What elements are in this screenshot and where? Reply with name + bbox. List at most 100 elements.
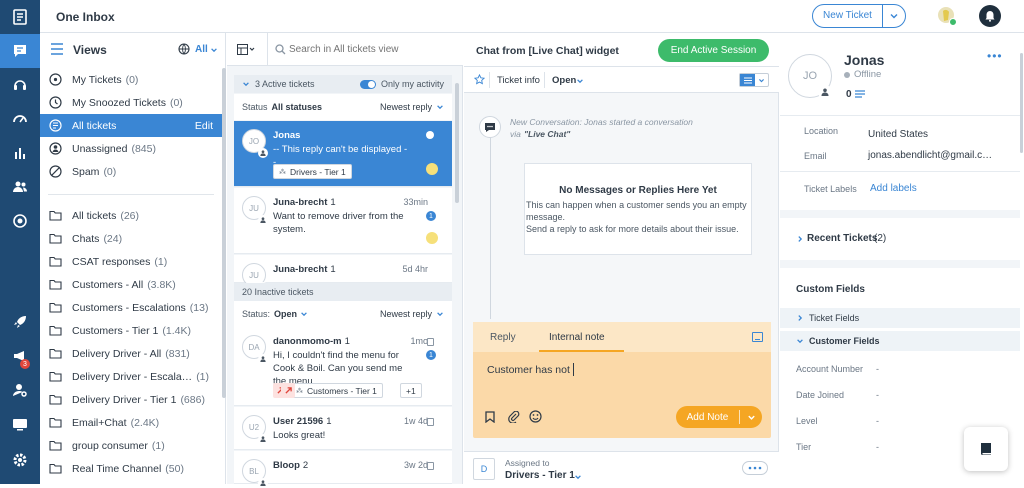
- view-item-label: My Tickets: [72, 73, 122, 86]
- folder-item[interactable]: Customers - All (3.8K): [40, 273, 223, 296]
- rocket-icon[interactable]: [0, 305, 40, 339]
- contact-scrollbar[interactable]: [1020, 53, 1023, 153]
- collapse-chevron-icon[interactable]: [242, 80, 250, 88]
- views-filter-dropdown[interactable]: All: [195, 44, 208, 55]
- chevron-down-icon[interactable]: [883, 11, 905, 21]
- view-item[interactable]: My Snoozed Tickets (0): [40, 91, 223, 114]
- customer-fields-section[interactable]: Customer Fields: [780, 331, 1020, 351]
- note-draft-text[interactable]: Customer has not: [487, 364, 570, 376]
- folder-icon: [48, 370, 62, 384]
- dashboard-icon[interactable]: [0, 102, 40, 136]
- agent-avatar[interactable]: [936, 5, 958, 27]
- assigned-group-dropdown[interactable]: Drivers - Tier 1: [505, 470, 575, 481]
- folder-item[interactable]: Delivery Driver - Escala… (1): [40, 365, 223, 388]
- folder-item[interactable]: Real Time Channel (50): [40, 457, 223, 480]
- tab-internal-note[interactable]: Internal note: [549, 332, 605, 343]
- status-filter-dropdown[interactable]: All statuses: [272, 102, 323, 112]
- end-session-button[interactable]: End Active Session: [658, 39, 769, 62]
- expand-icon[interactable]: [752, 332, 763, 342]
- target-icon[interactable]: [0, 204, 40, 238]
- inbox-icon[interactable]: [0, 34, 40, 68]
- knowledge-base-button[interactable]: [964, 427, 1008, 471]
- ticket-info-link[interactable]: Ticket info: [497, 75, 540, 86]
- notification-badge: 3: [20, 359, 30, 369]
- contact-panel: JO Jonas ••• Offline 0 Location United S…: [780, 33, 1024, 484]
- folder-item[interactable]: CSAT responses (1): [40, 250, 223, 273]
- more-tags-badge[interactable]: +1: [400, 383, 422, 398]
- views-menu-icon[interactable]: [50, 43, 64, 55]
- folder-item-label: Customers - Escalations: [72, 301, 186, 314]
- announcements-icon[interactable]: 3: [0, 339, 40, 373]
- notifications-button[interactable]: [979, 5, 1001, 27]
- star-icon[interactable]: [474, 74, 485, 85]
- status-dropdown[interactable]: Open: [552, 75, 576, 86]
- views-scrollbar[interactable]: [222, 68, 226, 398]
- view-item[interactable]: Unassigned (845): [40, 137, 223, 160]
- layout-icon[interactable]: [237, 44, 255, 55]
- contacts-icon[interactable]: [0, 170, 40, 204]
- person-icon: [258, 148, 268, 158]
- folder-item[interactable]: Customers - Escalations (13): [40, 296, 223, 319]
- contact-status: Offline: [854, 69, 882, 80]
- folder-item[interactable]: Customers - Tier 1 (1.4K): [40, 319, 223, 342]
- user-settings-icon[interactable]: [0, 373, 40, 407]
- bell-icon: [984, 10, 996, 22]
- only-my-activity-toggle[interactable]: [359, 79, 376, 89]
- folder-icon: [48, 347, 62, 361]
- articles-icon[interactable]: [0, 0, 40, 34]
- edit-view-link[interactable]: Edit: [195, 120, 213, 132]
- folder-item[interactable]: group consumer (1): [40, 434, 223, 457]
- ticket-customer-name: Juna-brecht 1: [273, 264, 336, 275]
- email-value[interactable]: jonas.abendlicht@gmail.c…: [868, 150, 992, 161]
- new-ticket-button[interactable]: New Ticket: [812, 4, 906, 28]
- list-scrollbar[interactable]: [455, 83, 459, 203]
- bookmark-icon[interactable]: [485, 411, 495, 423]
- ticket-card[interactable]: DA danonmomo-m 1 1mo Hi, I couldn't find the…: [234, 327, 452, 406]
- reports-icon[interactable]: [0, 136, 40, 170]
- folder-item[interactable]: Delivery Driver - All (831): [40, 342, 223, 365]
- contact-name: Jonas: [844, 52, 885, 68]
- view-options-button[interactable]: [739, 73, 769, 87]
- ticket-card[interactable]: BL Bloop 2 3w 2d: [234, 451, 452, 488]
- chevron-down-icon: [210, 46, 218, 54]
- chevron-down-icon[interactable]: [740, 413, 762, 422]
- ticket-card[interactable]: U2 User 21596 1 1w 4d Looks great!: [234, 407, 452, 450]
- add-note-button[interactable]: Add Note: [676, 406, 762, 428]
- more-options-icon[interactable]: •••: [987, 49, 1003, 63]
- ticket-card[interactable]: JU Juna-brecht 1 5d 4hr: [234, 255, 452, 292]
- recent-tickets-toggle[interactable]: Recent Tickets: [807, 233, 877, 244]
- view-item[interactable]: Spam (0): [40, 160, 223, 183]
- monitor-icon[interactable]: [0, 407, 40, 441]
- only-my-activity-label: Only my activity: [380, 79, 444, 89]
- headset-icon[interactable]: [0, 68, 40, 102]
- inactive-tickets-header: 20 Inactive tickets: [234, 283, 452, 301]
- sort-dropdown[interactable]: Newest reply: [380, 309, 432, 319]
- add-labels-link[interactable]: Add labels: [870, 183, 917, 194]
- view-item-label: Spam: [72, 165, 100, 178]
- custom-field-value[interactable]: -: [876, 364, 879, 374]
- view-item[interactable]: All tickets Edit: [40, 114, 223, 137]
- folder-item[interactable]: Delivery Driver - Tier 1 (686): [40, 388, 223, 411]
- folder-item[interactable]: All tickets (26): [40, 204, 223, 227]
- tab-reply[interactable]: Reply: [490, 332, 516, 343]
- settings-icon[interactable]: [0, 443, 40, 477]
- person-icon: [258, 478, 268, 488]
- status-filter-dropdown[interactable]: Open: [274, 309, 297, 319]
- emoji-icon[interactable]: [529, 410, 542, 423]
- attachment-icon[interactable]: [508, 411, 520, 423]
- ticket-card[interactable]: JU Juna-brecht 1 33min Want to remove driver…: [234, 188, 452, 254]
- ticket-fields-section[interactable]: Ticket Fields: [780, 308, 1020, 328]
- view-item[interactable]: My Tickets (0): [40, 68, 223, 91]
- group-avatar: D: [473, 458, 495, 480]
- ticket-card[interactable]: JO Jonas -- This reply can't be displayed …: [234, 121, 452, 187]
- folder-item[interactable]: Email+Chat (2.4K): [40, 411, 223, 434]
- more-options-icon[interactable]: [742, 461, 768, 475]
- person-icon: [258, 215, 268, 225]
- search-input[interactable]: [289, 41, 454, 58]
- custom-field-value[interactable]: -: [876, 390, 879, 400]
- folder-item[interactable]: Chats (24): [40, 227, 223, 250]
- custom-field-value[interactable]: -: [876, 442, 879, 452]
- custom-field-value[interactable]: -: [876, 416, 879, 426]
- chevron-right-icon: [798, 315, 803, 321]
- sort-dropdown[interactable]: Newest reply: [380, 102, 432, 112]
